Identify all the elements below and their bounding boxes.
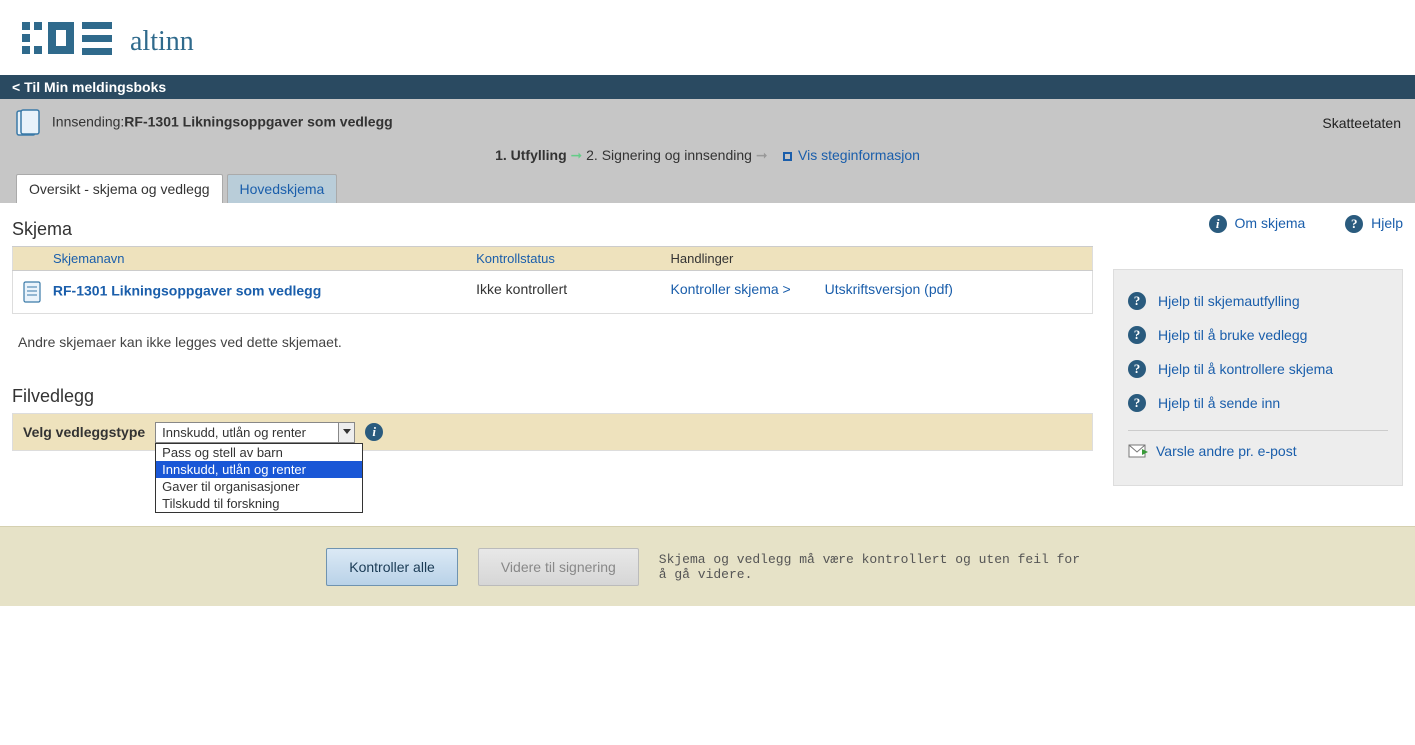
back-link[interactable]: < Til Min meldingsboks (12, 79, 166, 95)
info-icon[interactable] (365, 423, 383, 441)
next-to-signing-button[interactable]: Videre til signering (478, 548, 639, 586)
svg-text:altinn: altinn (130, 26, 194, 57)
footer-bar: Kontroller alle Videre til signering Skj… (0, 526, 1415, 606)
help-icon (1128, 326, 1146, 344)
tab-main-form[interactable]: Hovedskjema (227, 174, 338, 203)
altinn-logo: altinn (22, 46, 232, 61)
about-form-link[interactable]: Om skjema (1235, 215, 1306, 231)
check-form-link[interactable]: Kontroller skjema > (670, 281, 790, 297)
col-skjemanavn[interactable]: Skjemanavn (13, 247, 467, 271)
info-icon (1209, 215, 1227, 233)
help-submit-link[interactable]: Hjelp til å sende inn (1158, 395, 1280, 411)
attachment-type-select[interactable]: Innskudd, utlån og renter Pass og stell … (155, 422, 355, 443)
option-item[interactable]: Tilskudd til forskning (156, 495, 362, 512)
help-icon (1128, 292, 1146, 310)
attachment-type-label: Velg vedleggstype (23, 424, 145, 440)
attachment-type-bar: Velg vedleggstype Innskudd, utlån og ren… (12, 413, 1093, 451)
col-handlinger: Handlinger (660, 247, 1092, 271)
step-2: 2. Signering og innsending (586, 147, 752, 163)
step-1: 1. Utfylling (495, 147, 567, 163)
agency-label: Skatteetaten (1322, 115, 1401, 131)
document-icon (23, 281, 41, 303)
help-panel: Hjelp til skjemautfylling Hjelp til å br… (1113, 269, 1403, 486)
toggle-step-info-icon (783, 152, 792, 161)
col-kontrollstatus[interactable]: Kontrollstatus (466, 247, 660, 271)
form-name-link[interactable]: RF-1301 Likningsoppgaver som vedlegg (53, 283, 321, 299)
help-fill-link[interactable]: Hjelp til skjemautfylling (1158, 293, 1300, 309)
help-attachments-link[interactable]: Hjelp til å bruke vedlegg (1158, 327, 1307, 343)
status-cell: Ikke kontrollert (466, 271, 660, 314)
chevron-down-icon (338, 423, 354, 442)
option-item[interactable]: Gaver til organisasjoner (156, 478, 362, 495)
help-icon (1128, 394, 1146, 412)
mail-icon (1128, 444, 1148, 458)
footer-info-text: Skjema og vedlegg må være kontrollert og… (659, 552, 1089, 582)
help-link[interactable]: Hjelp (1371, 215, 1403, 231)
arrow-right-icon: ➞ (571, 147, 583, 163)
filvedlegg-heading: Filvedlegg (12, 386, 1093, 407)
help-icon (1345, 215, 1363, 233)
step-indicator: 1. Utfylling ➞ 2. Signering og innsendin… (14, 145, 1401, 174)
notify-others-link[interactable]: Varsle andre pr. e-post (1156, 443, 1297, 459)
print-version-link[interactable]: Utskriftsversjon (pdf) (825, 281, 953, 297)
table-row: RF-1301 Likningsoppgaver som vedlegg Ikk… (13, 271, 1093, 314)
skjema-heading: Skjema (12, 219, 1093, 240)
check-all-button[interactable]: Kontroller alle (326, 548, 458, 586)
skjema-table: Skjemanavn Kontrollstatus Handlinger (12, 246, 1093, 314)
arrow-right-icon: ➞ (756, 147, 768, 163)
tab-overview[interactable]: Oversikt - skjema og vedlegg (16, 174, 223, 203)
note-text: Andre skjemaer kan ikke legges ved dette… (12, 314, 1093, 356)
document-icon (14, 109, 42, 137)
attachment-type-options: Pass og stell av barn Innskudd, utlån og… (155, 443, 363, 513)
page-title: Innsending:RF-1301 Likningsoppgaver som … (14, 109, 393, 137)
show-step-info-link[interactable]: Vis steginformasjon (798, 147, 920, 163)
tabs: Oversikt - skjema og vedlegg Hovedskjema (14, 174, 1401, 203)
top-nav: < Til Min meldingsboks (0, 75, 1415, 99)
help-check-link[interactable]: Hjelp til å kontrollere skjema (1158, 361, 1333, 377)
help-icon (1128, 360, 1146, 378)
page-header: Innsending:RF-1301 Likningsoppgaver som … (0, 99, 1415, 203)
option-item[interactable]: Pass og stell av barn (156, 444, 362, 461)
logo-bar: altinn (0, 0, 1415, 75)
option-item[interactable]: Innskudd, utlån og renter (156, 461, 362, 478)
